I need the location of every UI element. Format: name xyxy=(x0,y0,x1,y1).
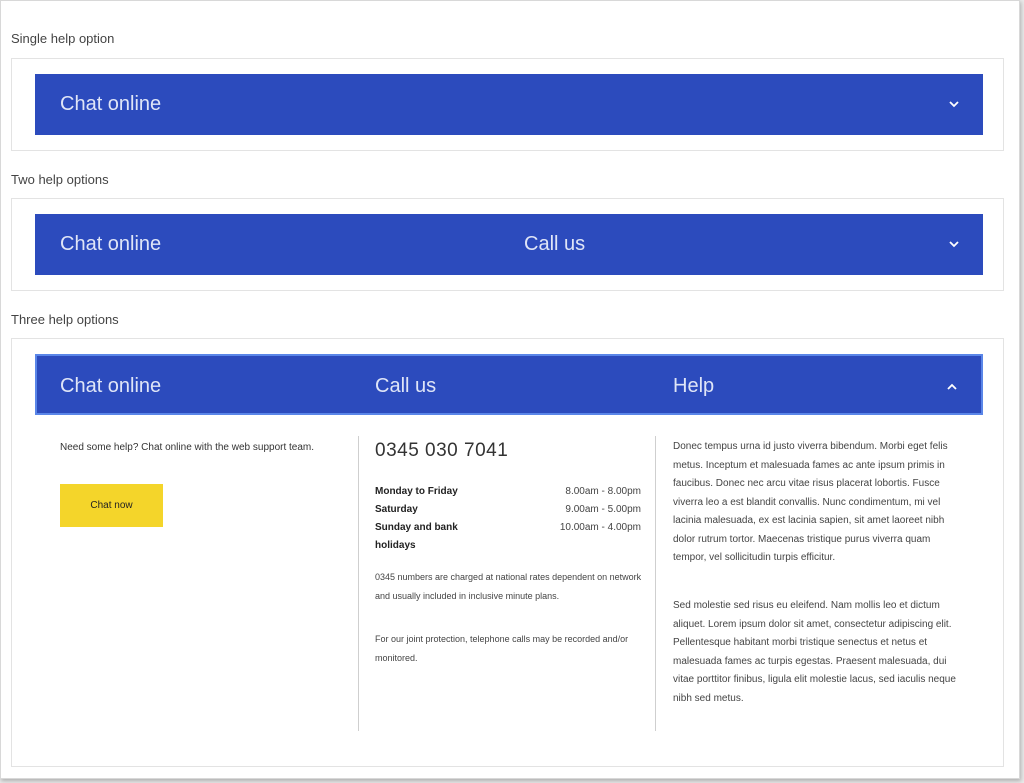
option-chat-online[interactable]: Chat online xyxy=(60,356,161,417)
option-call-us[interactable]: Call us xyxy=(524,214,585,275)
help-bar-single[interactable]: Chat online xyxy=(35,74,983,135)
help-bar-three[interactable]: Chat online Call us Help xyxy=(35,354,983,415)
page-frame: Single help option Chat online Two help … xyxy=(0,0,1020,779)
hours-time: 9.00am - 5.00pm xyxy=(565,504,641,515)
help-panel-three: Chat online Call us Help Need some help?… xyxy=(11,338,1004,767)
help-paragraph-2: Sed molestie sed risus eu eleifend. Nam … xyxy=(673,600,956,704)
help-bar-two[interactable]: Chat online Call us xyxy=(35,214,983,275)
option-call-us[interactable]: Call us xyxy=(375,356,436,417)
hours-time: 8.00am - 8.00pm xyxy=(565,486,641,497)
section-label-single: Single help option xyxy=(11,31,115,46)
call-charges-note: 0345 numbers are charged at national rat… xyxy=(375,572,642,601)
help-paragraph-1: Donec tempus urna id justo viverra biben… xyxy=(673,441,948,563)
hours-day: Saturday xyxy=(375,504,418,515)
call-recording-note: For our joint protection, telephone call… xyxy=(375,634,629,663)
chevron-up-icon[interactable] xyxy=(945,356,959,417)
hours-row: Sunday and bank holidays 10.00am - 4.00p… xyxy=(375,519,641,555)
chat-description: Need some help? Chat online with the web… xyxy=(60,442,315,453)
chat-now-button[interactable]: Chat now xyxy=(60,484,163,527)
chevron-down-icon[interactable] xyxy=(947,214,961,275)
hours-row: Saturday 9.00am - 5.00pm xyxy=(375,501,641,519)
hours-time: 10.00am - 4.00pm xyxy=(559,522,641,533)
option-chat-online[interactable]: Chat online xyxy=(60,214,161,275)
chevron-down-icon[interactable] xyxy=(947,74,961,135)
help-panel-two: Chat online Call us xyxy=(11,198,1004,291)
option-help[interactable]: Help xyxy=(673,356,714,417)
column-divider xyxy=(358,436,359,731)
hours-day: Sunday and bank holidays xyxy=(375,522,458,551)
column-divider xyxy=(655,436,656,731)
section-label-two: Two help options xyxy=(11,172,109,187)
help-panel-single: Chat online xyxy=(11,58,1004,151)
phone-number: 0345 030 7041 xyxy=(375,440,509,461)
hours-day: Monday to Friday xyxy=(375,486,458,497)
section-label-three: Three help options xyxy=(11,312,119,327)
option-chat-online[interactable]: Chat online xyxy=(60,74,161,135)
help-content: Need some help? Chat online with the web… xyxy=(35,414,983,744)
opening-hours: Monday to Friday 8.00am - 8.00pm Saturda… xyxy=(375,483,641,555)
hours-row: Monday to Friday 8.00am - 8.00pm xyxy=(375,483,641,501)
